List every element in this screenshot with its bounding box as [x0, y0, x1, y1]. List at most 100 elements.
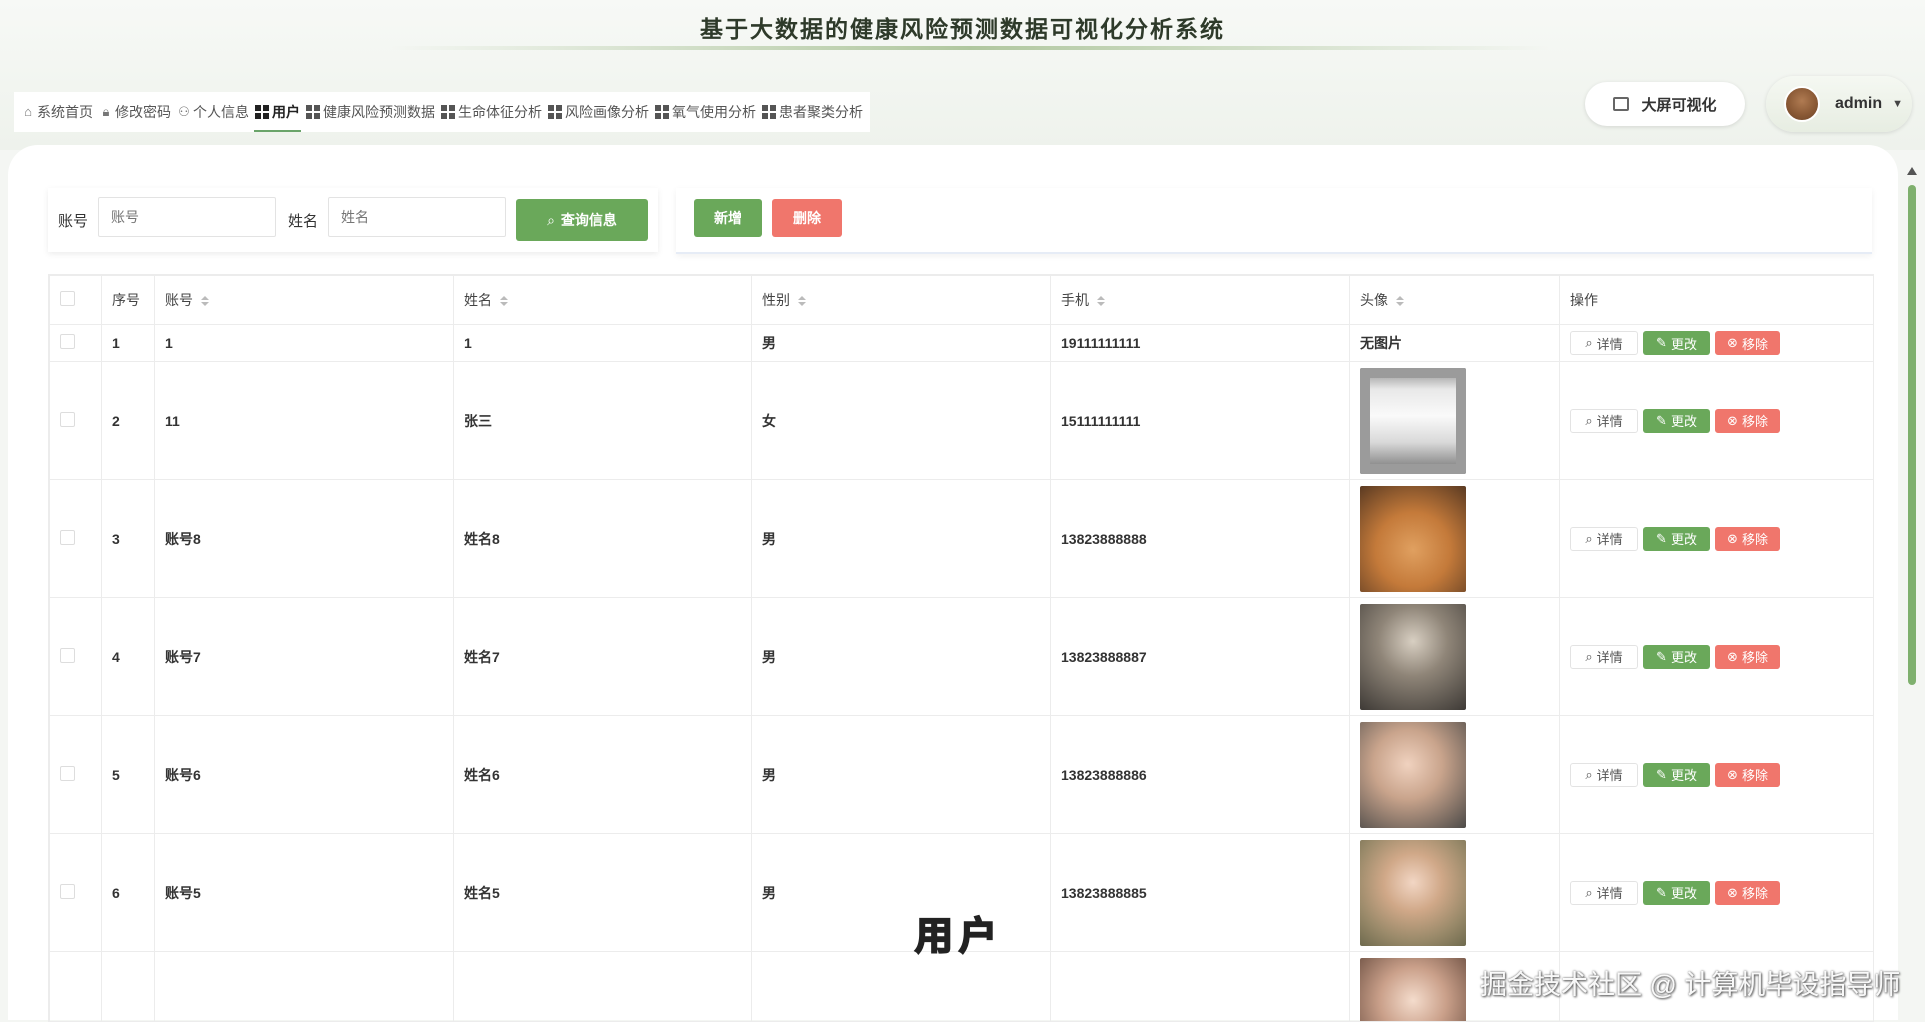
search-icon: ⌕	[1585, 649, 1592, 665]
row-checkbox[interactable]	[60, 648, 75, 663]
edit-button[interactable]: ✎更改	[1643, 331, 1710, 355]
column-header-label: 姓名	[464, 292, 492, 308]
cell-actions: ⌕详情 ✎更改 ⊗移除	[1560, 325, 1874, 362]
nav-item-oxygen-usage[interactable]: 氧气使用分析	[652, 92, 759, 132]
detail-button[interactable]: ⌕详情	[1570, 881, 1638, 905]
remove-icon: ⊗	[1727, 885, 1738, 901]
remove-button[interactable]: ⊗移除	[1715, 763, 1780, 787]
action-bar: 新增 删除	[676, 188, 1872, 254]
select-all-checkbox[interactable]	[60, 291, 75, 306]
remove-button[interactable]: ⊗移除	[1715, 331, 1780, 355]
app-title: 基于大数据的健康风险预测数据可视化分析系统	[0, 10, 1925, 44]
sort-icon[interactable]	[500, 296, 508, 306]
cell-index	[102, 952, 155, 1022]
edit-button[interactable]: ✎更改	[1643, 763, 1710, 787]
row-checkbox[interactable]	[60, 530, 75, 545]
cell-phone: 13823888887	[1051, 598, 1350, 716]
column-header-name[interactable]: 姓名	[454, 276, 752, 325]
remove-button[interactable]: ⊗移除	[1715, 881, 1780, 905]
nav-item-label: 系统首页	[37, 102, 93, 122]
avatar-image[interactable]	[1360, 722, 1466, 828]
cell-phone: 13823888885	[1051, 834, 1350, 952]
edit-icon: ✎	[1656, 649, 1667, 665]
grid-icon	[255, 105, 269, 119]
detail-button[interactable]: ⌕详情	[1570, 645, 1638, 669]
cell-account: 账号7	[155, 598, 454, 716]
avatar-image[interactable]	[1360, 486, 1466, 592]
column-header-account[interactable]: 账号	[155, 276, 454, 325]
cell-gender: 男	[752, 480, 1051, 598]
row-checkbox[interactable]	[60, 334, 75, 349]
avatar-image[interactable]	[1360, 604, 1466, 710]
cell-avatar	[1350, 598, 1560, 716]
nav-item-users[interactable]: 用户	[252, 92, 303, 132]
remove-button[interactable]: ⊗移除	[1715, 527, 1780, 551]
nav-item-health-risk-data[interactable]: 健康风险预测数据	[303, 92, 438, 132]
delete-button[interactable]: 删除	[772, 199, 842, 237]
account-input[interactable]	[98, 197, 276, 237]
column-header-phone[interactable]: 手机	[1051, 276, 1350, 325]
edit-button[interactable]: ✎更改	[1643, 645, 1710, 669]
caret-down-icon: ▼	[1892, 98, 1903, 110]
detail-button[interactable]: ⌕详情	[1570, 763, 1638, 787]
nav-item-vital-signs[interactable]: 生命体征分析	[438, 92, 545, 132]
cell-name: 姓名6	[454, 716, 752, 834]
edit-button[interactable]: ✎更改	[1643, 527, 1710, 551]
scroll-up-icon[interactable]	[1907, 167, 1917, 175]
avatar-image[interactable]	[1360, 958, 1466, 1022]
table-header-row: 序号 账号 姓名 性别 手机 头像 操作	[50, 276, 1874, 325]
scroll-thumb[interactable]	[1908, 185, 1916, 685]
nav-item-change-password[interactable]: 🔒︎ 修改密码	[96, 92, 174, 132]
row-checkbox[interactable]	[60, 412, 75, 427]
account-label: 账号	[58, 210, 88, 231]
vertical-scrollbar[interactable]	[1906, 165, 1916, 685]
name-input[interactable]	[328, 197, 506, 237]
column-header-avatar[interactable]: 头像	[1350, 276, 1560, 325]
avatar	[1784, 86, 1820, 122]
remove-label: 移除	[1742, 411, 1768, 430]
remove-icon: ⊗	[1727, 649, 1738, 665]
edit-button[interactable]: ✎更改	[1643, 409, 1710, 433]
avatar-image[interactable]	[1360, 840, 1466, 946]
search-icon: ⌕	[547, 212, 555, 229]
sort-icon[interactable]	[798, 296, 806, 306]
sort-icon[interactable]	[1097, 296, 1105, 306]
query-button[interactable]: ⌕ 查询信息	[516, 199, 648, 241]
remove-button[interactable]: ⊗移除	[1715, 645, 1780, 669]
cell-name	[454, 952, 752, 1022]
search-icon: ⌕	[1585, 531, 1592, 547]
nav-item-label: 氧气使用分析	[672, 102, 756, 122]
sort-icon[interactable]	[201, 296, 209, 306]
detail-label: 详情	[1597, 529, 1623, 548]
column-header-label: 手机	[1061, 292, 1089, 308]
detail-label: 详情	[1597, 411, 1623, 430]
bigscreen-button[interactable]: 大屏可视化	[1585, 82, 1745, 126]
search-bar: 账号 姓名 ⌕ 查询信息	[48, 188, 658, 252]
nav-item-patient-clustering[interactable]: 患者聚类分析	[759, 92, 866, 132]
remove-button[interactable]: ⊗移除	[1715, 409, 1780, 433]
avatar-image[interactable]	[1360, 368, 1466, 474]
row-checkbox[interactable]	[60, 884, 75, 899]
row-checkbox[interactable]	[60, 766, 75, 781]
table-row: 4 账号7 姓名7 男 13823888887 ⌕详情 ✎更改 ⊗移除	[50, 598, 1874, 716]
nav-item-home[interactable]: ⌂ 系统首页	[18, 92, 96, 132]
cell-index: 3	[102, 480, 155, 598]
sort-icon[interactable]	[1396, 296, 1404, 306]
detail-button[interactable]: ⌕详情	[1570, 409, 1638, 433]
remove-icon: ⊗	[1727, 531, 1738, 547]
row-select-cell	[50, 834, 102, 952]
cell-index: 2	[102, 362, 155, 480]
nav-item-risk-profile[interactable]: 风险画像分析	[545, 92, 652, 132]
top-nav: ⌂ 系统首页 🔒︎ 修改密码 ⚇ 个人信息 用户 健康风险预测数据 生命体征分析…	[14, 92, 870, 132]
user-menu[interactable]: admin ▼	[1766, 76, 1912, 132]
remove-label: 移除	[1742, 529, 1768, 548]
detail-button[interactable]: ⌕详情	[1570, 331, 1638, 355]
edit-label: 更改	[1671, 334, 1697, 353]
remove-label: 移除	[1742, 334, 1768, 353]
edit-button[interactable]: ✎更改	[1643, 881, 1710, 905]
nav-item-profile[interactable]: ⚇ 个人信息	[174, 92, 252, 132]
add-button[interactable]: 新增	[694, 199, 762, 237]
detail-button[interactable]: ⌕ 详情	[1570, 527, 1638, 551]
column-header-gender[interactable]: 性别	[752, 276, 1051, 325]
remove-label: 移除	[1742, 647, 1768, 666]
